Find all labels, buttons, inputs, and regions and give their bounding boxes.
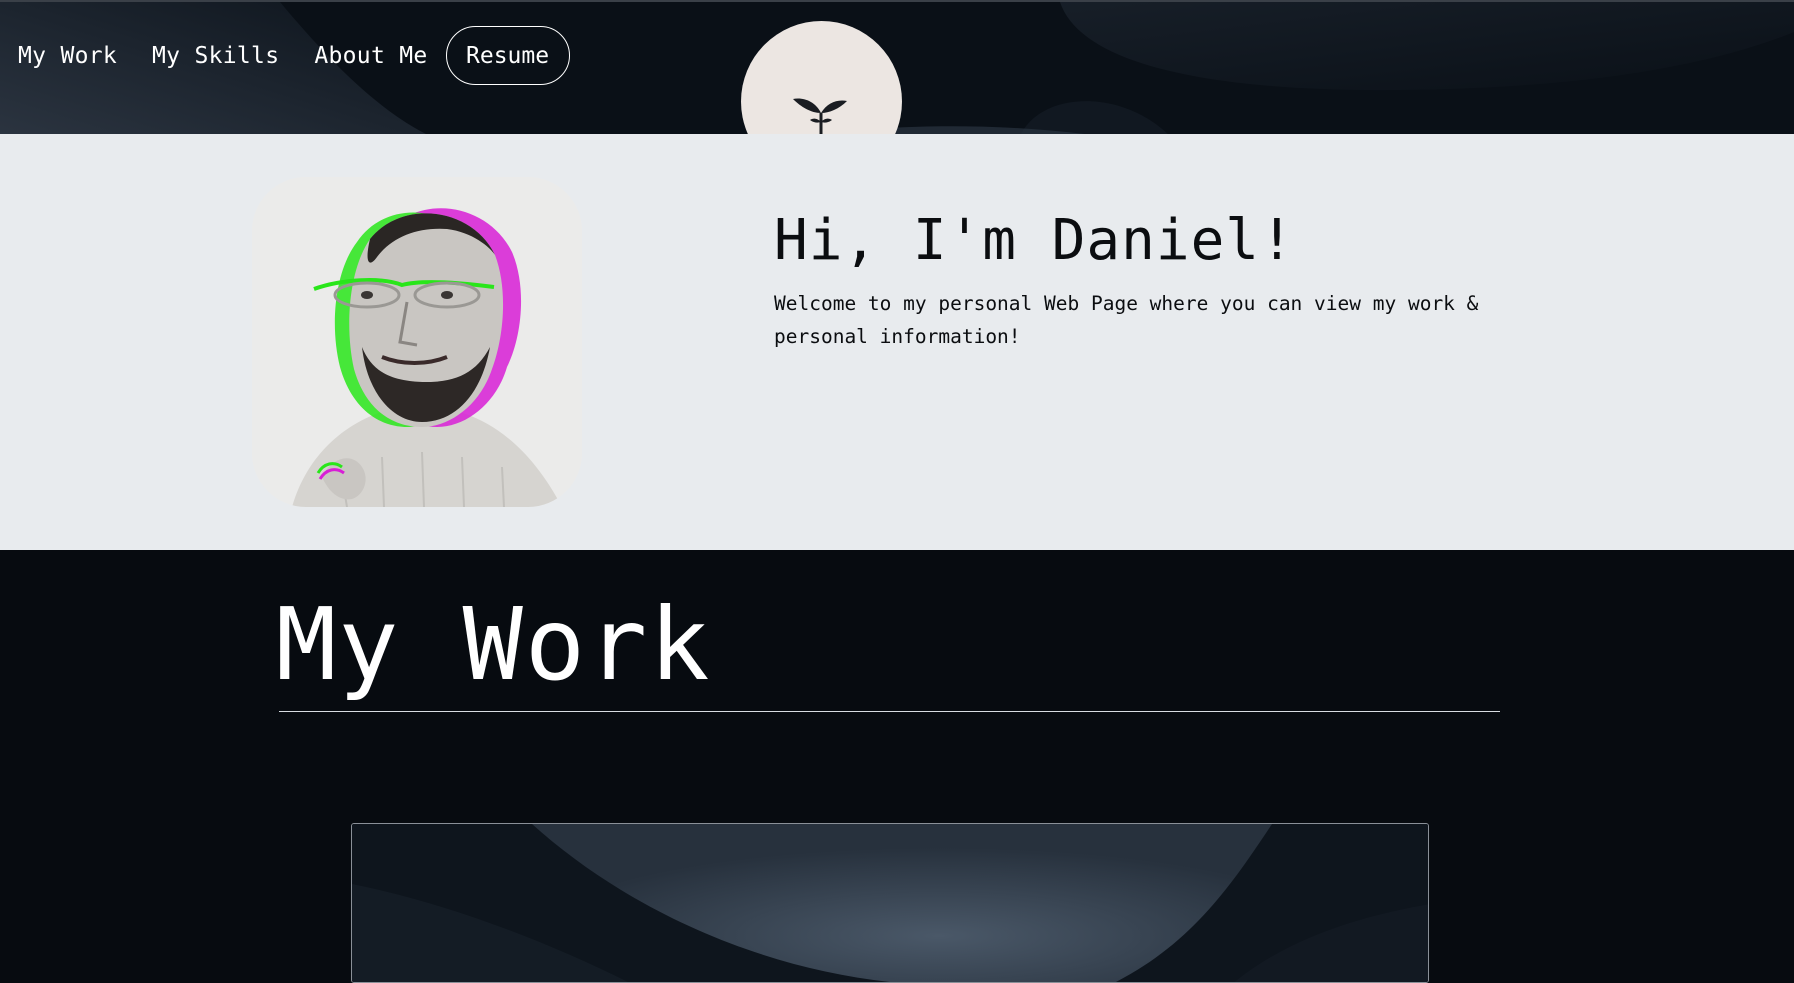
nav-link-about-me[interactable]: About Me: [314, 43, 427, 69]
section-divider: [279, 711, 1500, 712]
avatar: [252, 177, 582, 507]
hero-title: Hi, I'm Daniel!: [774, 208, 1295, 273]
work-card[interactable]: [351, 823, 1429, 983]
hero-description: Welcome to my personal Web Page where yo…: [774, 292, 1479, 348]
sprout-icon: [793, 98, 847, 134]
work-card-thumbnail: [352, 824, 1428, 982]
main-nav: My Work My Skills About Me Resume: [18, 26, 570, 85]
logo[interactable]: [741, 21, 902, 134]
hero-section: Hi, I'm Daniel! Welcome to my personal W…: [0, 134, 1794, 550]
nav-link-my-work[interactable]: My Work: [18, 43, 117, 69]
resume-button[interactable]: Resume: [445, 26, 570, 85]
profile-photo: [252, 177, 582, 507]
site-header: My Work My Skills About Me Resume: [0, 0, 1794, 134]
nav-link-my-skills[interactable]: My Skills: [152, 43, 279, 69]
section-title-my-work: My Work: [276, 586, 712, 703]
